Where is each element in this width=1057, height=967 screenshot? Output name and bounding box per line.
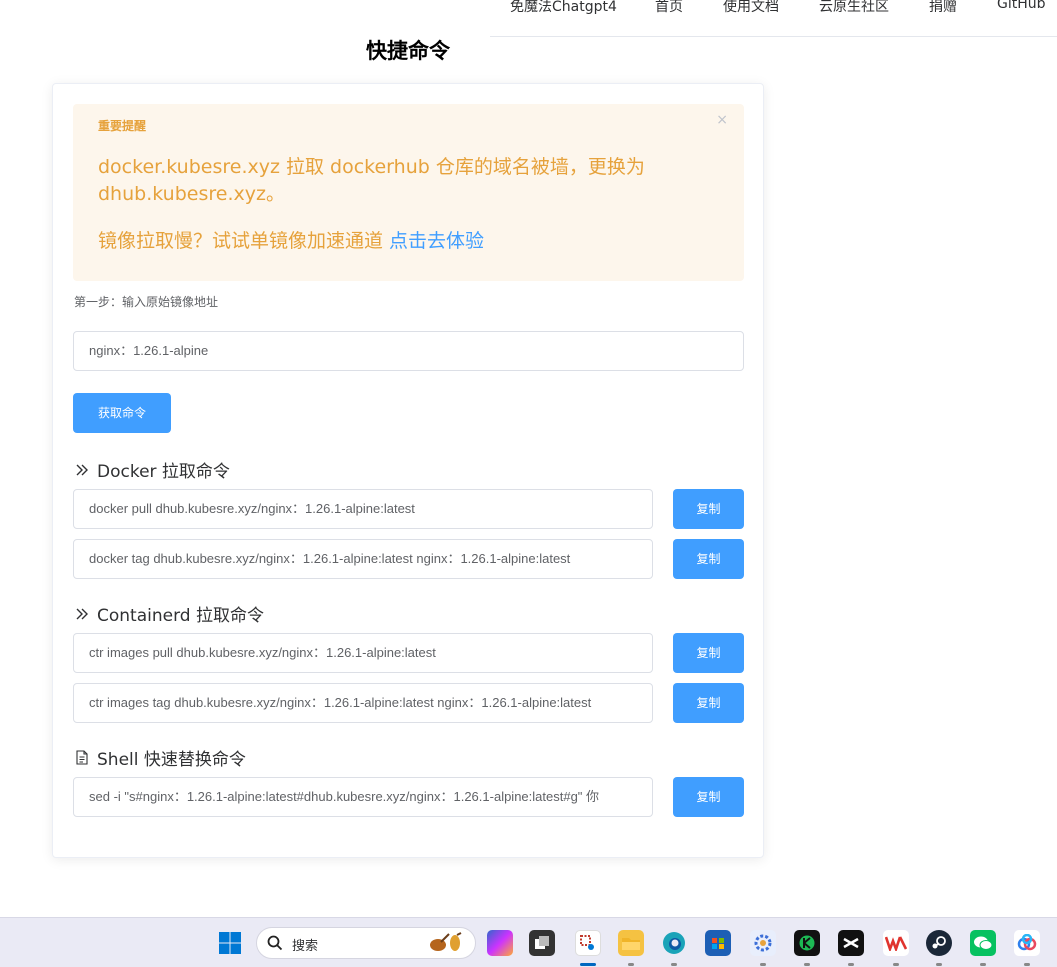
close-icon[interactable]: ×	[716, 112, 728, 128]
nav-item-community[interactable]: 云原生社区	[819, 0, 889, 16]
copy-docker-pull-button[interactable]: 复制	[673, 489, 744, 529]
shell-section-label: Shell 快速替换命令	[97, 750, 246, 770]
running-indicator	[980, 963, 986, 966]
wechat-icon[interactable]	[970, 930, 996, 956]
image-address-input[interactable]: nginx：1.26.1-alpine	[73, 331, 744, 371]
kugou-music-icon[interactable]	[794, 930, 820, 956]
snipping-tool-icon[interactable]	[575, 930, 601, 956]
baidu-netdisk-icon[interactable]	[1014, 930, 1040, 956]
copilot-icon[interactable]	[487, 930, 513, 956]
document-icon	[75, 750, 91, 770]
running-indicator	[628, 963, 634, 966]
alert-hint-text: 镜像拉取慢？试试单镜像加速通道	[98, 230, 390, 252]
ctr-tag-command[interactable]: ctr images tag dhub.kubesre.xyz/nginx：1.…	[73, 683, 653, 723]
sed-replace-command[interactable]: sed -i "s#nginx：1.26.1-alpine:latest#dhu…	[73, 777, 653, 817]
docker-pull-command[interactable]: docker pull dhub.kubesre.xyz/nginx：1.26.…	[73, 489, 653, 529]
task-view-icon[interactable]	[529, 930, 555, 956]
running-indicator	[936, 963, 942, 966]
windows-start-icon[interactable]	[217, 930, 243, 956]
page-title: 快捷命令	[366, 39, 450, 63]
capcut-icon[interactable]	[838, 930, 864, 956]
step1-label: 第一步：输入原始镜像地址	[74, 295, 219, 309]
double-chevron-right-icon	[75, 462, 91, 482]
shell-section-title: Shell 快速替换命令	[75, 745, 246, 770]
nav-item-home[interactable]: 首页	[655, 0, 683, 16]
running-indicator	[804, 963, 810, 966]
alert-title: 重要提醒	[98, 119, 147, 133]
running-indicator	[760, 963, 766, 966]
nav-item-chatgpt[interactable]: 免魔法Chatgpt4	[510, 0, 617, 16]
running-indicator	[671, 963, 677, 966]
taskbar-search-box[interactable]: 搜索	[256, 927, 476, 959]
settings-gear-icon[interactable]	[750, 930, 776, 956]
copy-docker-tag-button[interactable]: 复制	[673, 539, 744, 579]
containerd-section-title: Containerd 拉取命令	[75, 601, 264, 626]
file-explorer-icon[interactable]	[618, 930, 644, 956]
copy-ctr-pull-button[interactable]: 复制	[673, 633, 744, 673]
running-indicator	[1024, 963, 1030, 966]
steam-icon[interactable]	[926, 930, 952, 956]
main-card: 重要提醒 docker.kubesre.xyz 拉取 dockerhub 仓库的…	[52, 83, 764, 858]
double-chevron-right-icon	[75, 606, 91, 626]
nav-item-github[interactable]: GitHub	[997, 0, 1046, 12]
active-indicator	[580, 963, 596, 966]
containerd-section-label: Containerd 拉取命令	[97, 606, 264, 626]
docker-section-title: Docker 拉取命令	[75, 457, 230, 482]
microsoft-store-icon[interactable]	[705, 930, 731, 956]
top-navigation: 免魔法Chatgpt4 首页 使用文档 云原生社区 捐赠 GitHub	[490, 0, 1057, 37]
taskbar: 搜索	[0, 917, 1057, 967]
ctr-pull-command[interactable]: ctr images pull dhub.kubesre.xyz/nginx：1…	[73, 633, 653, 673]
nav-item-docs[interactable]: 使用文档	[723, 0, 779, 16]
warning-alert: 重要提醒 docker.kubesre.xyz 拉取 dockerhub 仓库的…	[73, 104, 744, 281]
search-placeholder: 搜索	[292, 939, 319, 954]
search-icon	[267, 935, 283, 955]
wps-office-icon[interactable]	[883, 930, 909, 956]
docker-tag-command[interactable]: docker tag dhub.kubesre.xyz/nginx：1.26.1…	[73, 539, 653, 579]
alert-accelerate-hint: 镜像拉取慢？试试单镜像加速通道 点击去体验	[98, 228, 484, 255]
docker-section-label: Docker 拉取命令	[97, 462, 230, 482]
running-indicator	[893, 963, 899, 966]
copy-sed-button[interactable]: 复制	[673, 777, 744, 817]
search-highlight-icon	[427, 932, 465, 958]
try-it-link[interactable]: 点击去体验	[389, 230, 484, 252]
get-command-button[interactable]: 获取命令	[73, 393, 171, 433]
edge-browser-icon[interactable]	[661, 930, 687, 956]
running-indicator	[848, 963, 854, 966]
copy-ctr-tag-button[interactable]: 复制	[673, 683, 744, 723]
nav-item-donate[interactable]: 捐赠	[929, 0, 957, 16]
alert-message: docker.kubesre.xyz 拉取 dockerhub 仓库的域名被墙，…	[98, 156, 645, 205]
